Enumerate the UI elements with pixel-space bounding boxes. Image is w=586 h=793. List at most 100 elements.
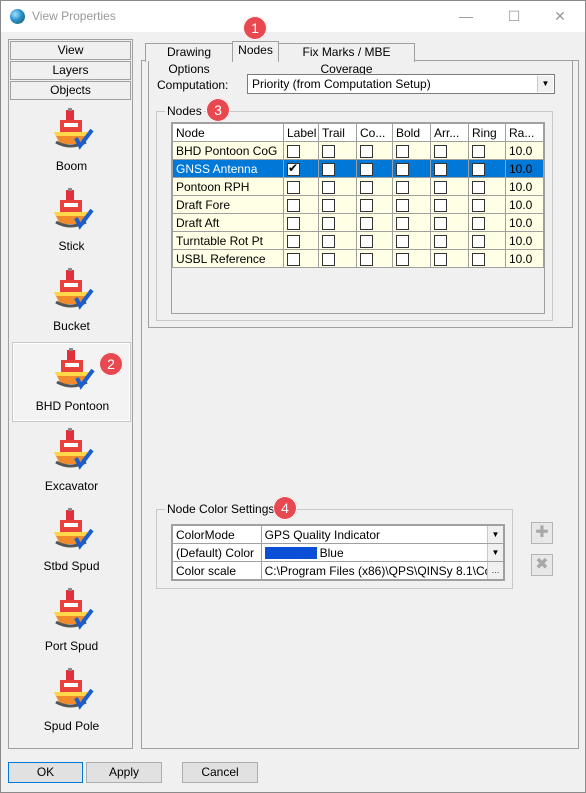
checkbox[interactable] [360,252,373,266]
object-item-spud-pole[interactable]: Spud Pole [13,664,130,742]
checkbox[interactable] [322,252,335,266]
checkbox-cell[interactable] [283,231,319,250]
sidebar-tab-layers[interactable]: Layers [10,61,131,80]
checkbox[interactable] [322,234,335,248]
setting-row[interactable]: (Default) Color Blue ▼ [172,543,504,562]
checkbox-cell[interactable] [283,213,319,232]
checkbox[interactable] [472,252,485,266]
checkbox[interactable] [396,162,409,176]
col-header-bold[interactable]: Bold [392,123,431,142]
checkbox[interactable] [434,216,447,230]
checkbox[interactable] [434,144,447,158]
checkbox[interactable] [322,198,335,212]
checkbox[interactable] [434,180,447,194]
checkbox-cell[interactable] [318,249,357,268]
setting-value-cell[interactable]: C:\Program Files (x86)\QPS\QINSy 8.1\Co … [260,561,504,580]
checkbox[interactable] [434,252,447,266]
col-header-radius[interactable]: Ra... [505,123,544,142]
node-name[interactable]: BHD Pontoon CoG [172,141,284,160]
setting-row[interactable]: Color scale C:\Program Files (x86)\QPS\Q… [172,561,504,580]
sidebar-tab-view[interactable]: View [10,41,131,60]
checkbox-cell[interactable] [283,177,319,196]
checkbox-cell[interactable] [356,231,393,250]
table-row[interactable]: Draft Fore 10.0 [172,195,544,214]
object-item-boom[interactable]: Boom [13,104,130,182]
checkbox-cell[interactable] [430,177,469,196]
checkbox-cell[interactable] [468,213,506,232]
checkbox-cell[interactable] [356,213,393,232]
table-row[interactable]: Pontoon RPH 10.0 [172,177,544,196]
checkbox[interactable] [322,216,335,230]
checkbox-cell[interactable] [430,195,469,214]
checkbox-cell[interactable] [468,231,506,250]
checkbox[interactable] [396,252,409,266]
chevron-down-icon[interactable]: ▼ [487,544,503,561]
checkbox[interactable] [360,234,373,248]
checkbox[interactable] [434,162,447,176]
node-color-grid[interactable]: ColorMode GPS Quality Indicator ▼ (Defau… [171,524,505,581]
col-header-arrow[interactable]: Arr... [430,123,469,142]
table-row[interactable]: USBL Reference 10.0 [172,249,544,268]
checkbox-cell[interactable] [318,159,357,178]
checkbox-cell[interactable] [318,213,357,232]
checkbox-cell[interactable] [468,141,506,160]
col-header-label[interactable]: Label [283,123,319,142]
chevron-down-icon[interactable]: ▼ [537,76,553,92]
checkbox-cell[interactable] [430,141,469,160]
col-header-color[interactable]: Co... [356,123,393,142]
nodes-grid[interactable]: Node Label Trail Co... Bold Arr... Ring … [171,122,545,314]
remove-button[interactable]: ✖ [531,554,553,576]
checkbox-cell[interactable] [392,195,431,214]
sidebar-tab-objects[interactable]: Objects [10,81,131,100]
checkbox-cell[interactable] [356,249,393,268]
checkbox[interactable] [287,144,300,158]
checkbox[interactable] [472,180,485,194]
checkbox[interactable] [322,162,335,176]
checkbox[interactable] [322,144,335,158]
checkbox-cell[interactable] [468,159,506,178]
checkbox-cell[interactable] [356,195,393,214]
checkbox[interactable] [287,252,300,266]
checkbox-cell[interactable] [356,177,393,196]
setting-value-cell[interactable]: GPS Quality Indicator ▼ [260,525,504,544]
node-name[interactable]: USBL Reference [172,249,284,268]
node-name[interactable]: Draft Fore [172,195,284,214]
checkbox[interactable] [287,161,300,176]
checkbox[interactable] [434,234,447,248]
checkbox-cell[interactable] [430,231,469,250]
col-header-ring[interactable]: Ring [468,123,506,142]
table-row[interactable]: BHD Pontoon CoG 10.0 [172,141,544,160]
browse-icon[interactable]: … [487,562,503,579]
object-item-excavator[interactable]: Excavator [13,424,130,502]
object-item-port-spud[interactable]: Port Spud [13,584,130,662]
checkbox[interactable] [360,162,373,176]
checkbox-cell[interactable] [356,159,393,178]
checkbox[interactable] [287,198,300,212]
tab-nodes[interactable]: Nodes [232,41,279,61]
node-name[interactable]: Draft Aft [172,213,284,232]
checkbox[interactable] [287,216,300,230]
maximize-button[interactable]: ☐ [491,1,537,32]
table-row[interactable]: GNSS Antenna 10.0 [172,159,544,178]
add-button[interactable]: ✚ [531,522,553,544]
checkbox[interactable] [472,162,485,176]
checkbox[interactable] [322,180,335,194]
checkbox-cell[interactable] [468,249,506,268]
checkbox-cell[interactable] [468,177,506,196]
setting-row[interactable]: ColorMode GPS Quality Indicator ▼ [172,525,504,544]
checkbox[interactable] [360,216,373,230]
checkbox-cell[interactable] [392,231,431,250]
checkbox-cell[interactable] [392,213,431,232]
radius-value[interactable]: 10.0 [505,141,544,160]
radius-value[interactable]: 10.0 [505,231,544,250]
tab-drawing-options[interactable]: Drawing Options [145,43,233,76]
checkbox[interactable] [434,198,447,212]
checkbox-cell[interactable] [430,213,469,232]
checkbox-cell[interactable] [430,249,469,268]
table-row[interactable]: Draft Aft 10.0 [172,213,544,232]
radius-value[interactable]: 10.0 [505,159,544,178]
checkbox-cell[interactable] [318,195,357,214]
checkbox[interactable] [287,180,300,194]
checkbox[interactable] [396,144,409,158]
object-item-stick[interactable]: Stick [13,184,130,262]
